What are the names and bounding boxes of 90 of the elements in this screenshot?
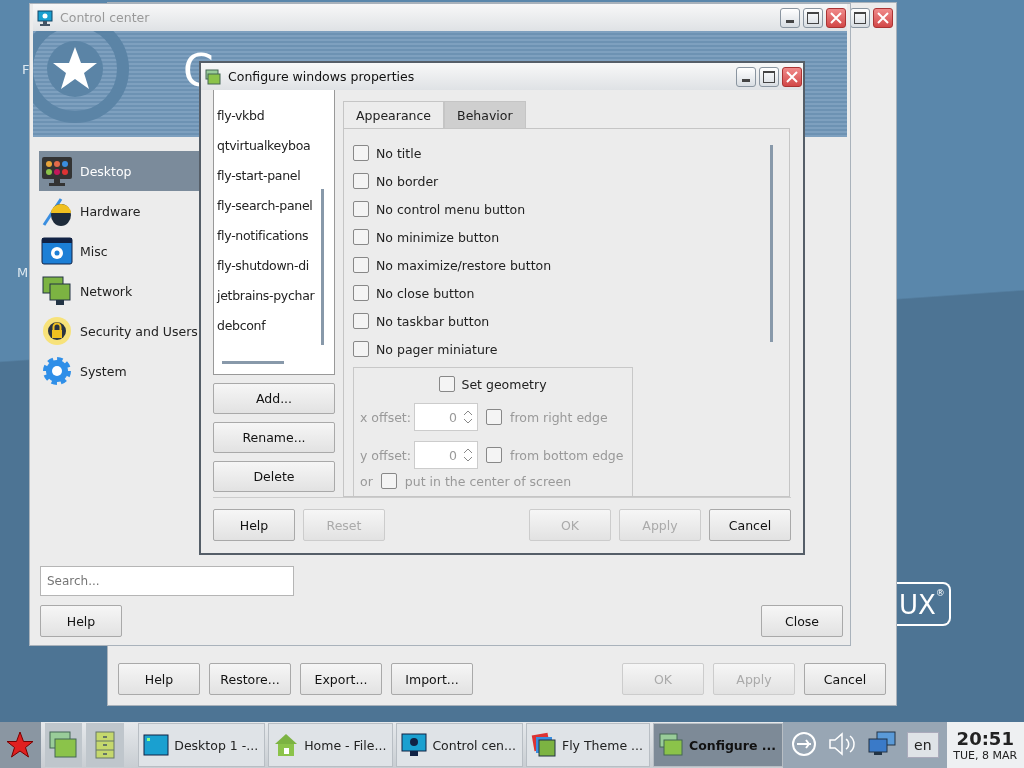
checkbox[interactable]: [439, 376, 456, 392]
monitor-icon: [143, 732, 170, 758]
desktop-icon-label: M: [17, 265, 29, 280]
scrollbar[interactable]: [770, 145, 773, 342]
keyboard-layout-button[interactable]: en: [907, 732, 939, 758]
category-item[interactable]: System: [39, 351, 199, 391]
minimize-button[interactable]: [736, 66, 756, 87]
gear-icon: [41, 355, 73, 387]
clock-time[interactable]: 20:51: [956, 728, 1014, 749]
button[interactable]: Delete: [213, 461, 335, 492]
button[interactable]: Restore...: [209, 663, 291, 695]
list-item[interactable]: fly-shutdown-di: [217, 251, 334, 281]
category-item[interactable]: Misc: [39, 231, 199, 271]
cabinet-icon[interactable]: [86, 723, 125, 767]
button[interactable]: Cancel: [709, 509, 791, 541]
or-label: or: [360, 473, 373, 489]
checkbox-label: No title: [376, 145, 422, 161]
task-button[interactable]: Fly Theme ...: [525, 723, 650, 767]
checkbox[interactable]: [486, 447, 502, 463]
task-button[interactable]: Configure ...: [653, 723, 783, 767]
search-field[interactable]: Search...: [40, 566, 294, 596]
checkbox[interactable]: [353, 341, 369, 357]
window-gear-icon: [41, 235, 73, 267]
checkbox-label: No control menu button: [376, 201, 526, 217]
category-item[interactable]: Security and Users: [39, 311, 199, 351]
button[interactable]: Help: [213, 509, 295, 541]
checkbox[interactable]: [380, 473, 397, 489]
checkbox-label: No close button: [376, 285, 475, 301]
list-item[interactable]: fly-notifications: [217, 221, 334, 251]
button[interactable]: Help: [118, 663, 200, 695]
desktop-icon-label: F: [22, 62, 30, 77]
scrollbar[interactable]: [222, 361, 284, 364]
close-button[interactable]: [873, 8, 893, 28]
checkbox-label: from bottom edge: [510, 447, 624, 463]
start-button[interactable]: [0, 722, 41, 768]
dialog-title: Configure windows properties: [228, 69, 415, 84]
checkbox[interactable]: [353, 145, 369, 161]
windows-icon[interactable]: [44, 723, 83, 767]
button[interactable]: Cancel: [804, 663, 886, 695]
checkbox-label: No minimize button: [376, 229, 500, 245]
checkbox[interactable]: [353, 285, 369, 301]
checkbox-label: No border: [376, 173, 439, 189]
computers-icon: [41, 275, 73, 307]
maximize-button[interactable]: [759, 66, 779, 87]
checkbox-label: put in the center of screen: [404, 473, 572, 489]
checkbox-label: from right edge: [510, 409, 608, 425]
tab[interactable]: Behavior: [444, 101, 526, 128]
list-item[interactable]: fly-vkbd: [217, 101, 334, 131]
star-icon: [6, 731, 35, 759]
monitor-icon: [37, 9, 53, 26]
task-button[interactable]: Control cen...: [396, 723, 523, 767]
list-item[interactable]: fly-search-panel: [217, 191, 334, 221]
button[interactable]: Import...: [391, 663, 473, 695]
monitor-icon: [41, 155, 73, 187]
checkbox[interactable]: [353, 201, 369, 217]
stacked-squares-icon: [530, 732, 557, 758]
checkbox[interactable]: [353, 313, 369, 329]
checkbox-label: No taskbar button: [376, 313, 490, 329]
button[interactable]: Rename...: [213, 422, 335, 453]
windows-icon: [658, 732, 684, 758]
checkbox-label: Set geometry: [461, 376, 547, 392]
help-button[interactable]: Help: [40, 605, 122, 637]
task-button[interactable]: Desktop 1 -...: [138, 723, 266, 767]
checkbox[interactable]: [486, 409, 502, 425]
list-item[interactable]: jetbrains-pychar: [217, 281, 334, 311]
category-item[interactable]: Desktop: [39, 151, 199, 191]
spin-arrows-icon[interactable]: [463, 409, 473, 425]
scrollbar[interactable]: [321, 189, 324, 345]
category-item[interactable]: Network: [39, 271, 199, 311]
tab[interactable]: Appearance: [343, 101, 445, 128]
clock-date[interactable]: TUE, 8 MAR: [953, 748, 1018, 762]
padlock-icon: [41, 315, 73, 347]
button[interactable]: Export...: [300, 663, 382, 695]
close-button[interactable]: Close: [761, 605, 843, 637]
checkbox[interactable]: [353, 173, 369, 189]
window-title: Control center: [60, 10, 150, 25]
spin-arrows-icon[interactable]: [463, 447, 473, 463]
monitor-icon: [401, 732, 428, 758]
checkbox-label: No pager miniature: [376, 341, 498, 357]
checkbox[interactable]: [353, 257, 369, 273]
button[interactable]: Add...: [213, 383, 335, 414]
close-button[interactable]: [782, 66, 802, 87]
maximize-button[interactable]: [850, 8, 870, 28]
list-item[interactable]: qtvirtualkeyboa: [217, 131, 334, 161]
task-button[interactable]: Home - File...: [268, 723, 394, 767]
list-item[interactable]: debconf: [217, 311, 334, 341]
checkbox-label: No maximize/restore button: [376, 257, 552, 273]
list-item[interactable]: fly-start-panel: [217, 161, 334, 191]
category-item[interactable]: Hardware: [39, 191, 199, 231]
checkbox[interactable]: [353, 229, 369, 245]
